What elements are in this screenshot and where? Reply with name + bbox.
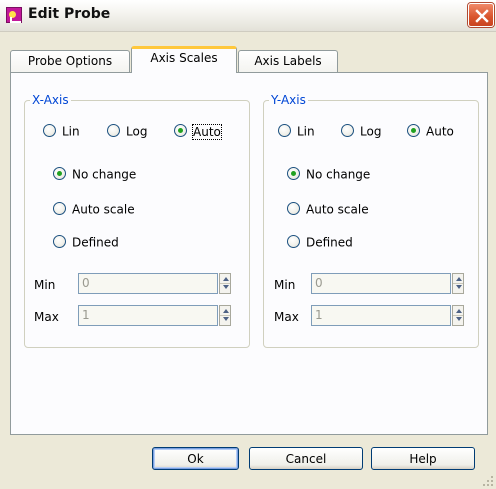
close-icon [475,9,489,23]
title-bar: Edit Probe [0,0,496,32]
x-axis-defined-label: Defined [72,235,119,250]
y-axis-auto-radio[interactable]: Auto [407,122,454,140]
y-axis-auto-scale-radio[interactable]: Auto scale [287,200,369,218]
y-axis-log-label: Log [360,124,382,139]
y-axis-defined-radio-indicator[interactable] [287,235,300,248]
probe-app-icon [6,7,22,23]
y-axis-no-change-radio-indicator[interactable] [287,167,300,180]
y-axis-max-input[interactable]: 1 [311,305,451,326]
x-axis-log-label: Log [126,124,148,139]
y-axis-defined-radio[interactable]: Defined [287,233,353,251]
x-axis-max-label: Max [34,310,59,324]
y-axis-auto-scale-radio-indicator[interactable] [287,202,300,215]
x-axis-auto-scale-label: Auto scale [72,202,135,217]
y-axis-min-spinner[interactable] [452,273,464,294]
x-axis-auto-label: Auto [192,123,222,140]
spin-down-icon[interactable] [456,317,462,321]
x-axis-min-label: Min [34,278,56,292]
x-axis-lin-label: Lin [62,124,80,139]
spin-up-icon[interactable] [456,309,462,313]
tab-probe-options[interactable]: Probe Options [10,50,130,73]
spin-up-icon[interactable] [223,277,229,281]
spin-up-icon[interactable] [223,309,229,313]
ok-button[interactable]: Ok [152,447,239,470]
x-axis-defined-radio-indicator[interactable] [53,235,66,248]
y-axis-lin-label: Lin [297,124,315,139]
y-axis-legend: Y-Axis [269,93,308,107]
x-axis-legend: X-Axis [30,93,71,107]
x-axis-no-change-radio-indicator[interactable] [53,167,66,180]
y-axis-max-spinner[interactable] [452,305,464,326]
y-axis-min-input[interactable]: 0 [311,273,451,294]
spin-down-icon[interactable] [223,285,229,289]
x-axis-no-change-radio[interactable]: No change [53,165,136,183]
x-axis-log-radio-indicator[interactable] [107,124,120,137]
y-axis-log-radio[interactable]: Log [341,122,381,140]
x-axis-auto-radio[interactable]: Auto [174,122,222,140]
spin-down-icon[interactable] [223,317,229,321]
y-axis-lin-radio[interactable]: Lin [278,122,315,140]
y-axis-no-change-radio[interactable]: No change [287,165,370,183]
y-axis-defined-label: Defined [306,235,353,250]
tab-axis-scales[interactable]: Axis Scales [131,46,237,73]
window-title: Edit Probe [28,6,111,22]
help-button[interactable]: Help [371,447,475,470]
y-axis-no-change-label: No change [306,167,371,182]
x-axis-min-spinner[interactable] [219,273,231,294]
x-axis-lin-radio[interactable]: Lin [43,122,80,140]
y-axis-auto-radio-indicator[interactable] [407,124,420,137]
x-axis-auto-scale-radio[interactable]: Auto scale [53,200,135,218]
spin-up-icon[interactable] [456,277,462,281]
y-axis-max-label: Max [274,310,299,324]
x-axis-lin-radio-indicator[interactable] [43,124,56,137]
y-axis-log-radio-indicator[interactable] [341,124,354,137]
x-axis-auto-scale-radio-indicator[interactable] [53,202,66,215]
x-axis-max-spinner[interactable] [219,305,231,326]
y-axis-min-label: Min [274,278,296,292]
cancel-button[interactable]: Cancel [249,447,363,470]
y-axis-lin-radio-indicator[interactable] [278,124,291,137]
x-axis-log-radio[interactable]: Log [107,122,147,140]
y-axis-auto-label: Auto [426,124,454,139]
tab-axis-labels[interactable]: Axis Labels [238,50,338,73]
resize-grip-icon[interactable] [482,475,494,487]
x-axis-min-input[interactable]: 0 [78,273,218,294]
spin-down-icon[interactable] [456,285,462,289]
y-axis-auto-scale-label: Auto scale [306,202,369,217]
x-axis-auto-radio-indicator[interactable] [174,124,187,137]
close-button[interactable] [468,3,494,27]
x-axis-max-input[interactable]: 1 [78,305,218,326]
x-axis-no-change-label: No change [72,167,137,182]
x-axis-defined-radio[interactable]: Defined [53,233,119,251]
